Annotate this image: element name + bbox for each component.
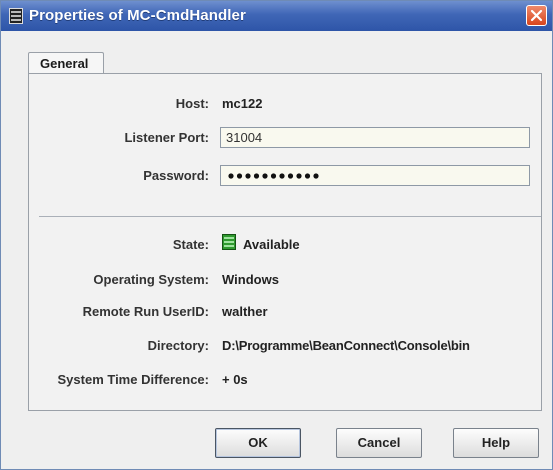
title-bar[interactable]: Properties of MC-CmdHandler xyxy=(1,1,552,31)
password-field[interactable] xyxy=(220,165,530,186)
userid-label: Remote Run UserID: xyxy=(82,304,209,319)
help-button[interactable]: Help xyxy=(453,428,539,458)
time-difference-label: System Time Difference: xyxy=(57,372,210,387)
close-icon xyxy=(530,9,543,22)
host-label: Host: xyxy=(175,96,209,111)
separator xyxy=(39,216,541,217)
server-available-icon xyxy=(222,234,236,250)
state-value: Available xyxy=(243,237,300,252)
userid-value: walther xyxy=(222,304,268,319)
listener-port-label: Listener Port: xyxy=(124,130,209,145)
ok-button[interactable]: OK xyxy=(215,428,301,458)
window-title: Properties of MC-CmdHandler xyxy=(29,7,246,24)
os-value: Windows xyxy=(222,272,279,287)
tab-general-label: General xyxy=(40,56,89,71)
server-icon xyxy=(9,8,23,24)
state-label: State: xyxy=(172,237,209,252)
tab-general[interactable]: General xyxy=(28,52,104,74)
password-label: Password: xyxy=(143,168,209,183)
listener-port-field[interactable] xyxy=(220,127,530,148)
directory-label: Directory: xyxy=(147,338,209,353)
close-button[interactable] xyxy=(526,5,547,26)
cancel-button[interactable]: Cancel xyxy=(336,428,422,458)
time-difference-value: + 0s xyxy=(222,372,248,387)
directory-value: D:\Programme\BeanConnect\Console\bin xyxy=(222,338,470,353)
host-value: mc122 xyxy=(222,96,263,111)
password-mask xyxy=(228,173,319,179)
os-label: Operating System: xyxy=(93,272,209,287)
properties-dialog: Properties of MC-CmdHandler General Host… xyxy=(0,0,553,470)
